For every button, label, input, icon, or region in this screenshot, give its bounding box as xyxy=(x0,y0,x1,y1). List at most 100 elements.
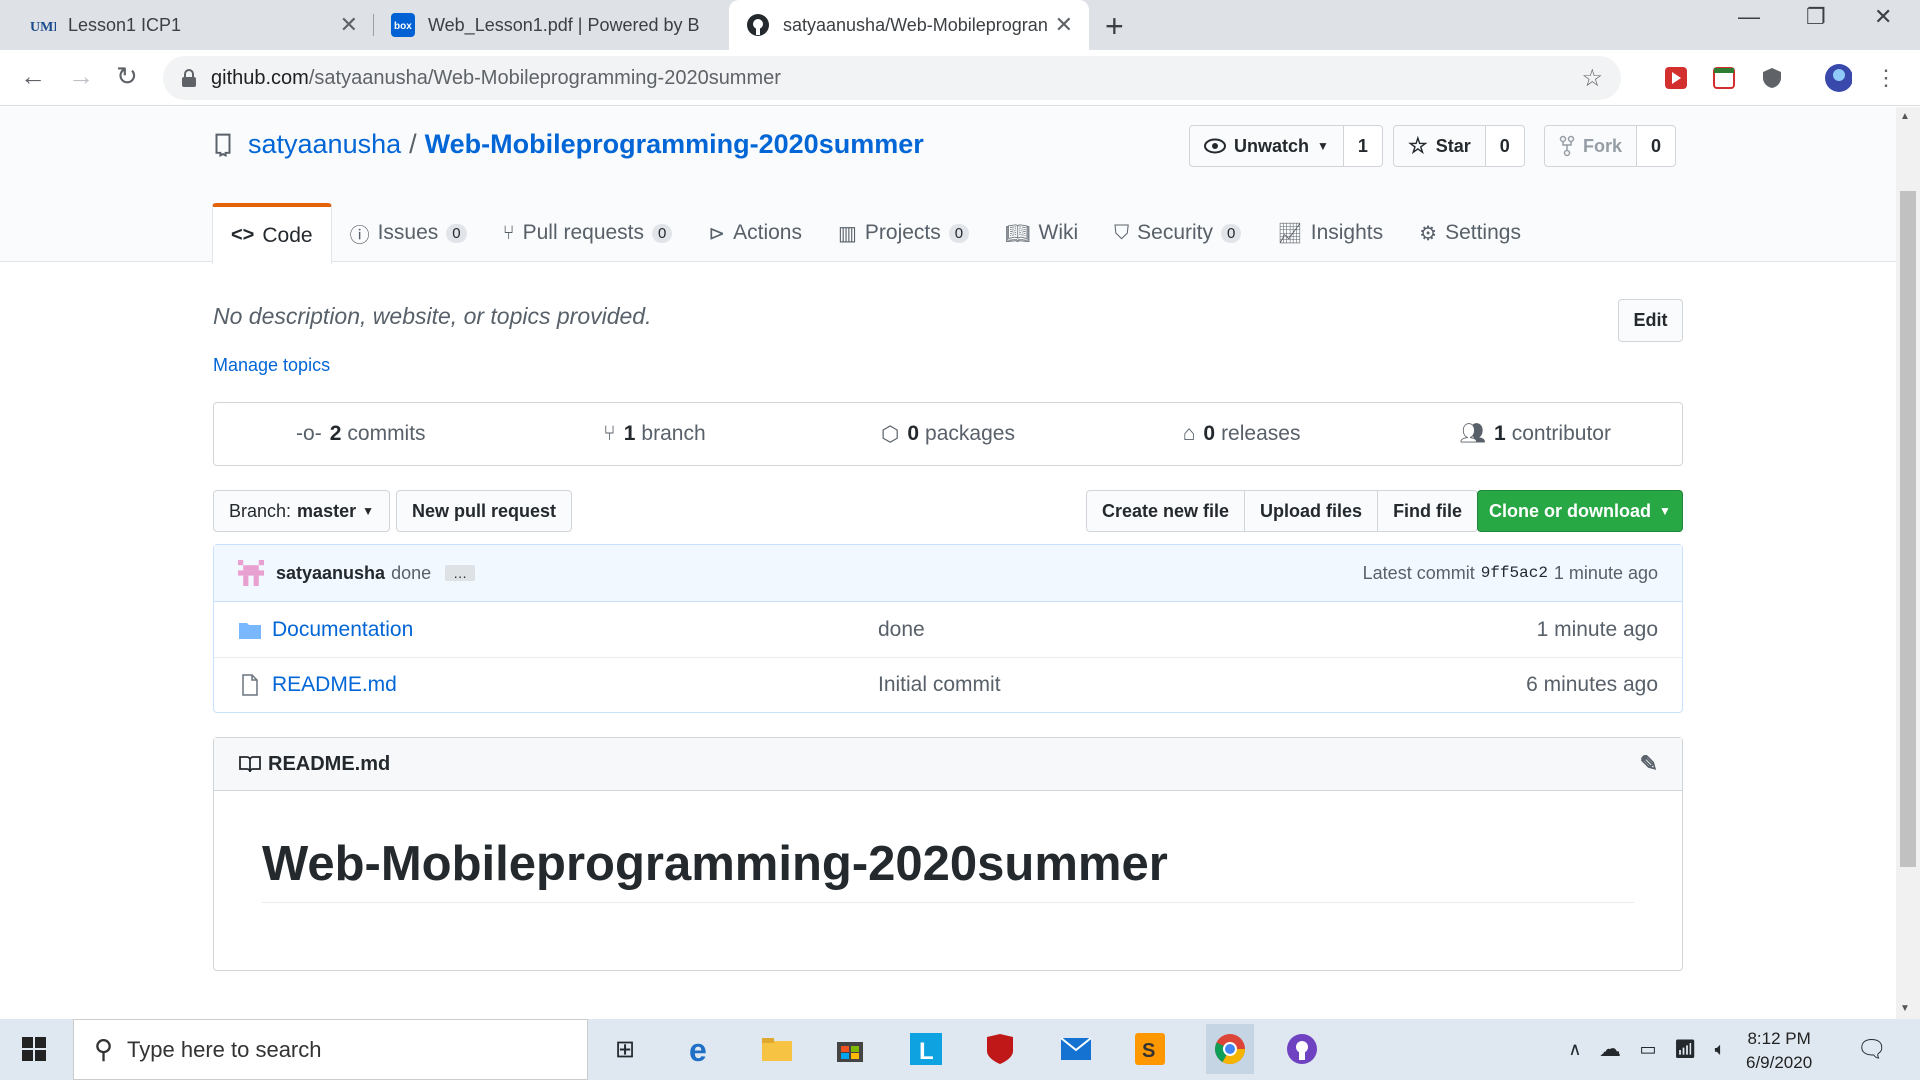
browser-tab-github[interactable]: satyaanusha/Web-Mobileprogran ✕ xyxy=(729,0,1089,50)
file-name-link[interactable]: Documentation xyxy=(272,618,413,642)
sublime-icon[interactable]: S xyxy=(1130,1029,1170,1069)
branch-name: master xyxy=(297,500,357,521)
tab-title: Web_Lesson1.pdf | Powered by B xyxy=(428,14,700,35)
browser-tab-lesson1[interactable]: UMKC Lesson1 ICP1 ✕ xyxy=(14,0,374,50)
file-name-cell: README.md xyxy=(238,673,878,697)
latest-commit-bar: satyaanusha done … Latest commit 9ff5ac2… xyxy=(214,545,1682,602)
browser-tab-strip: UMKC Lesson1 ICP1 ✕ box Web_Lesson1.pdf … xyxy=(0,0,1920,50)
watch-count[interactable]: 1 xyxy=(1343,125,1383,167)
clone-label: Clone or download xyxy=(1489,500,1652,521)
reload-icon[interactable]: ↻ xyxy=(116,61,138,92)
tab-label: Settings xyxy=(1445,221,1521,244)
commit-icon: -o- xyxy=(296,422,322,445)
summary-contributors[interactable]: 👥︎ 1 contributor xyxy=(1388,403,1682,465)
file-commit-message[interactable]: done xyxy=(878,618,1537,642)
tab-settings[interactable]: ⚙ Settings xyxy=(1401,203,1539,263)
fork-count[interactable]: 0 xyxy=(1637,125,1677,167)
create-new-file-button[interactable]: Create new file xyxy=(1086,490,1246,532)
edge-icon[interactable]: e xyxy=(681,1029,721,1069)
bookmark-star-icon[interactable]: ☆ xyxy=(1581,64,1603,93)
file-name-link[interactable]: README.md xyxy=(272,673,397,697)
windows-start-icon[interactable] xyxy=(14,1029,54,1069)
extension-red-icon[interactable] xyxy=(1662,64,1690,92)
new-pull-request-button[interactable]: New pull request xyxy=(396,490,573,532)
chrome-menu-icon[interactable]: ⋮ xyxy=(1872,64,1900,92)
summary-branches[interactable]: ⑂ 1 branch xyxy=(508,403,802,465)
onedrive-icon[interactable]: ☁ xyxy=(1590,1029,1630,1069)
tab-label: Wiki xyxy=(1038,221,1079,244)
summary-commits[interactable]: -o- 2 commits xyxy=(214,403,508,465)
file-explorer-icon[interactable] xyxy=(757,1029,797,1069)
edit-button[interactable]: Edit xyxy=(1618,299,1683,342)
taskbar-search-input[interactable]: ⚲ Type here to search xyxy=(73,1019,588,1080)
close-icon[interactable]: ✕ xyxy=(340,12,358,38)
eye-icon xyxy=(1204,138,1226,154)
restore-button[interactable]: ❐ xyxy=(1806,4,1826,30)
lync-icon[interactable]: L xyxy=(906,1029,946,1069)
store-icon[interactable] xyxy=(830,1029,870,1069)
tab-issues[interactable]: ⓘ Issues 0 xyxy=(332,203,485,263)
chrome-icon[interactable] xyxy=(1206,1024,1254,1074)
code-icon: <> xyxy=(231,224,255,246)
tab-actions[interactable]: ⊳ Actions xyxy=(690,203,820,263)
github-desktop-icon[interactable] xyxy=(1282,1029,1322,1069)
file-commit-message[interactable]: Initial commit xyxy=(878,673,1526,697)
scroll-down-icon[interactable]: ▼ xyxy=(1900,1003,1910,1014)
tab-pull-requests[interactable]: ⑂ Pull requests 0 xyxy=(485,203,691,263)
commit-sha[interactable]: 9ff5ac2 xyxy=(1481,564,1548,582)
tab-security[interactable]: ⛉ Security 0 xyxy=(1096,203,1259,263)
repo-name-link[interactable]: Web-Mobileprogramming-2020summer xyxy=(425,129,924,160)
star-button[interactable]: ☆ Star xyxy=(1393,125,1486,167)
browser-toolbar: ← → ↻ github.com/satyaanusha/Web-Mobilep… xyxy=(0,50,1920,106)
find-file-button[interactable]: Find file xyxy=(1378,490,1479,532)
wifi-icon[interactable]: 📶︎ xyxy=(1665,1029,1705,1069)
pencil-icon[interactable]: ✎ xyxy=(1640,751,1658,777)
manage-topics-link[interactable]: Manage topics xyxy=(213,355,330,376)
pull-request-icon: ⑂ xyxy=(502,221,515,244)
fork-button[interactable]: Fork xyxy=(1544,125,1638,167)
close-icon[interactable]: ✕ xyxy=(1055,12,1073,38)
file-age: 6 minutes ago xyxy=(1526,673,1658,696)
new-tab-button[interactable]: + xyxy=(1105,8,1124,45)
battery-icon[interactable]: ▭ xyxy=(1628,1029,1668,1069)
windows-taskbar: ⚲ Type here to search ⊞ e L S ∧ ☁ ▭ 📶︎ 🔈… xyxy=(0,1019,1920,1080)
mcafee-icon[interactable] xyxy=(980,1029,1020,1069)
upload-files-button[interactable]: Upload files xyxy=(1245,490,1379,532)
scrollbar-thumb[interactable] xyxy=(1900,191,1916,867)
mail-icon[interactable] xyxy=(1056,1029,1096,1069)
repo-owner-link[interactable]: satyaanusha xyxy=(248,129,401,160)
extension-pocket-icon[interactable] xyxy=(1710,64,1738,92)
back-arrow-icon[interactable]: ← xyxy=(20,61,46,92)
volume-icon[interactable]: 🔈︎ xyxy=(1700,1029,1740,1069)
task-view-icon[interactable]: ⊞ xyxy=(605,1029,645,1069)
expand-commit-button[interactable]: … xyxy=(445,565,476,581)
unwatch-button[interactable]: Unwatch ▼ xyxy=(1189,125,1344,167)
commit-message[interactable]: done xyxy=(391,563,431,584)
file-name-cell: Documentation xyxy=(238,618,878,642)
clock-time: 8:12 PM xyxy=(1747,1029,1811,1048)
notifications-icon[interactable]: 🗨︎ xyxy=(1852,1029,1892,1069)
clone-or-download-button[interactable]: Clone or download ▼ xyxy=(1477,490,1683,532)
profile-avatar[interactable] xyxy=(1824,64,1852,92)
tab-insights[interactable]: 📈︎ Insights xyxy=(1259,203,1401,263)
branch-select-button[interactable]: Branch: master ▼ xyxy=(213,490,390,532)
forward-arrow-icon[interactable]: → xyxy=(68,61,94,92)
commit-author[interactable]: satyaanusha xyxy=(276,563,385,584)
page-scrollbar[interactable]: ▲ ▼ xyxy=(1896,107,1920,1019)
summary-releases[interactable]: ⌂ 0 releases xyxy=(1095,403,1389,465)
browser-tab-pdf[interactable]: box Web_Lesson1.pdf | Powered by B xyxy=(374,0,729,50)
fork-icon xyxy=(1559,135,1575,157)
tab-code[interactable]: <> Code xyxy=(212,203,332,264)
window-close-button[interactable]: ✕ xyxy=(1874,4,1892,30)
avatar[interactable] xyxy=(238,560,264,586)
chevron-up-icon[interactable]: ∧ xyxy=(1555,1029,1595,1069)
minimize-button[interactable]: — xyxy=(1738,4,1760,30)
tab-wiki[interactable]: 📖︎ Wiki xyxy=(987,203,1096,263)
system-clock[interactable]: 8:12 PM 6/9/2020 xyxy=(1746,1027,1812,1075)
shield-icon[interactable] xyxy=(1758,64,1786,92)
tab-projects[interactable]: ▥ Projects 0 xyxy=(820,203,987,263)
address-bar[interactable]: github.com/satyaanusha/Web-Mobileprogram… xyxy=(163,56,1621,100)
star-count[interactable]: 0 xyxy=(1485,125,1525,167)
scroll-up-icon[interactable]: ▲ xyxy=(1900,111,1910,122)
summary-packages[interactable]: ⬡ 0 packages xyxy=(801,403,1095,465)
